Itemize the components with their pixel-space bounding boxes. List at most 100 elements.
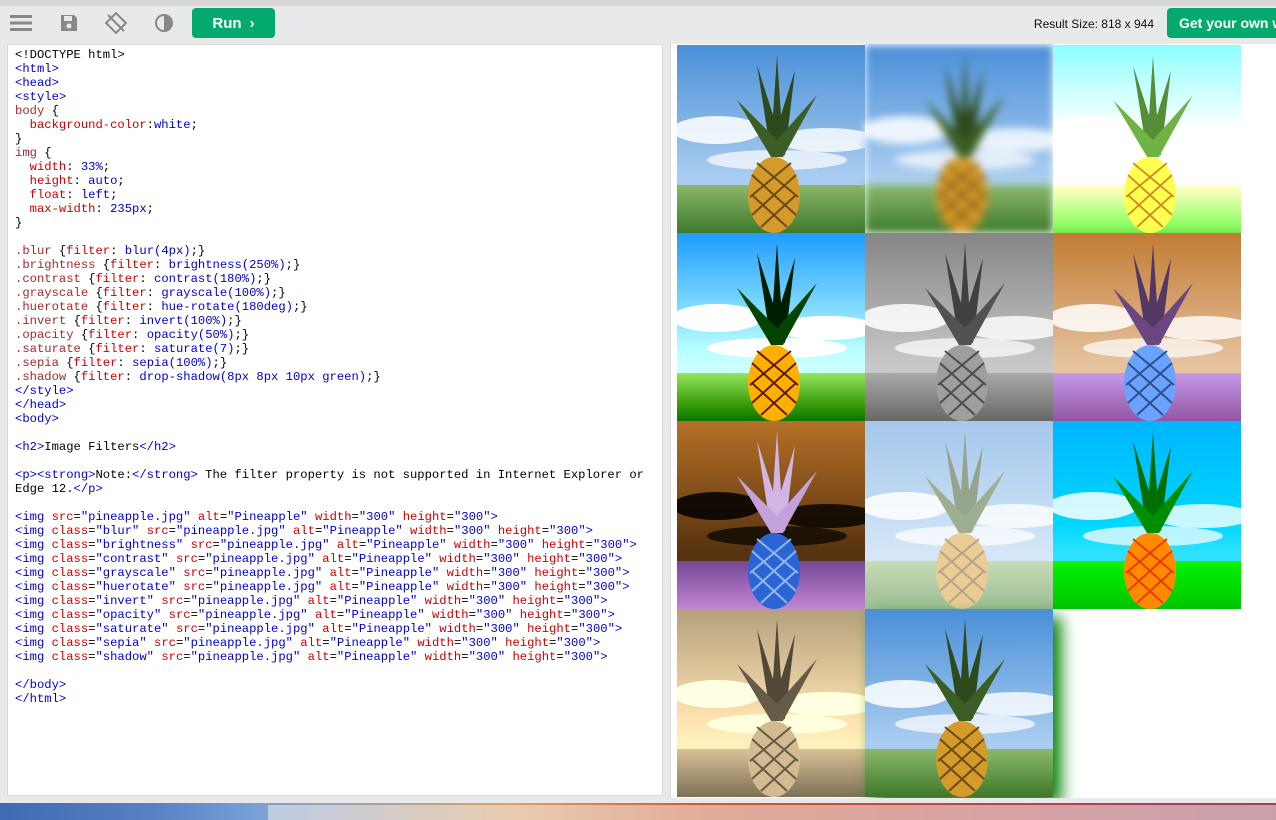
code-token: class: [51, 608, 89, 622]
code-token: =: [578, 566, 586, 580]
code-line: .saturate {filter: saturate(7);}: [15, 342, 644, 356]
code-token: alt: [307, 594, 330, 608]
code-token: .opacity: [15, 328, 81, 342]
code-editor[interactable]: <!DOCTYPE html> <html> <head> <style> body {…: [7, 44, 663, 796]
code-line: </html>: [15, 692, 644, 706]
code-token: <p><strong>: [15, 468, 96, 482]
code-token: "brightness": [95, 538, 191, 552]
code-token: width: [431, 608, 469, 622]
code-token: alt: [300, 636, 323, 650]
code-token: >: [622, 580, 630, 594]
code-line: body {: [15, 104, 644, 118]
code-token: "pineapple.jpg": [205, 622, 323, 636]
code-token: =: [183, 650, 191, 664]
code-token: saturate(7): [154, 342, 235, 356]
code-line: <img class="invert" src="pineapple.jpg" …: [15, 594, 644, 608]
code-token: Note:: [95, 468, 133, 482]
code-token: <img: [15, 580, 52, 594]
code-token: >: [592, 636, 601, 650]
code-token: src: [154, 636, 176, 650]
code-token: "blur": [95, 524, 147, 538]
code-token: "300": [585, 566, 623, 580]
contrast-theme-icon[interactable]: [148, 6, 180, 40]
code-token: width: [314, 510, 352, 524]
code-token: "300": [563, 594, 601, 608]
code-token: "huerotate": [95, 580, 184, 594]
code-token: =: [344, 552, 352, 566]
code-token: <img: [15, 538, 52, 552]
code-token: class: [51, 636, 89, 650]
code-token: filter: [102, 300, 147, 314]
code-token: "300": [453, 524, 498, 538]
code-token: grayscale(100%): [161, 286, 272, 300]
code-token: <img: [15, 650, 52, 664]
code-token: "Pineapple": [329, 636, 418, 650]
code-token: "300": [475, 608, 520, 622]
code-token: alt: [322, 622, 345, 636]
code-token: ;}: [190, 244, 206, 258]
code-line: </body>: [15, 678, 644, 692]
get-your-own-website-button[interactable]: Get your own website: [1167, 8, 1276, 38]
code-token: width: [410, 524, 447, 538]
code-token: ;}: [292, 300, 308, 314]
code-token: .invert: [15, 314, 74, 328]
code-token: filter: [95, 342, 140, 356]
code-token: :: [66, 188, 81, 202]
menu-icon[interactable]: [5, 6, 37, 40]
code-token: class: [51, 566, 89, 580]
code-token: sepia(100%): [132, 356, 213, 370]
code-token: =: [205, 566, 213, 580]
code-token: float: [15, 188, 67, 202]
code-line: <img class="brightness" src="pineapple.j…: [15, 538, 644, 552]
code-token: >: [622, 566, 630, 580]
code-line: .grayscale {filter: grayscale(100%);}: [15, 286, 644, 300]
code-token: "Pineapple": [351, 552, 440, 566]
code-token: class: [51, 650, 89, 664]
code-token: filter: [102, 286, 147, 300]
code-token: invert(100%): [139, 314, 228, 328]
code-token: >: [607, 608, 615, 622]
code-token: class: [51, 552, 89, 566]
code-token: <img: [15, 510, 52, 524]
code-token: hue-rotate(180deg): [161, 300, 293, 314]
code-token: alt: [293, 524, 315, 538]
save-icon[interactable]: [53, 6, 85, 40]
code-token: "Pineapple": [366, 538, 454, 552]
toolbar: Run › Result Size: 818 x 944 Get your ow…: [0, 6, 1276, 40]
code-token: >: [490, 510, 498, 524]
code-line: </head>: [15, 398, 644, 412]
code-token: "300": [578, 552, 615, 566]
code-token: "contrast": [95, 552, 176, 566]
code-token: src: [183, 566, 206, 580]
code-token: width: [439, 552, 476, 566]
code-token: blur(4px): [124, 244, 191, 258]
code-content[interactable]: <!DOCTYPE html> <html> <head> <style> body {…: [15, 48, 644, 706]
code-line: }: [15, 132, 644, 146]
code-token: =: [329, 650, 337, 664]
code-token: {: [73, 370, 81, 384]
code-token: left: [80, 188, 111, 202]
code-token: filter: [80, 314, 125, 328]
run-button[interactable]: Run ›: [192, 8, 275, 38]
code-token: height: [15, 174, 74, 188]
pineapple-image-blur: [865, 45, 1053, 233]
code-token: filter: [66, 244, 111, 258]
code-line: height: auto;: [15, 174, 644, 188]
code-token: =: [468, 608, 476, 622]
code-token: =: [205, 580, 213, 594]
code-token: "300": [592, 538, 630, 552]
code-token: =: [351, 580, 359, 594]
code-token: =: [168, 524, 176, 538]
code-token: height: [541, 538, 586, 552]
rotate-layout-icon[interactable]: [100, 6, 132, 40]
code-token: background-color: [15, 118, 147, 132]
code-line: .huerotate {filter: hue-rotate(180deg);}: [15, 300, 644, 314]
pane-splitter[interactable]: [663, 44, 670, 796]
code-token: ;}: [234, 328, 250, 342]
code-line: <img class="huerotate" src="pineapple.jp…: [15, 580, 644, 594]
code-token: width: [446, 580, 484, 594]
code-line: <img class="saturate" src="pineapple.jpg…: [15, 622, 644, 636]
code-line: .opacity {filter: opacity(50%);}: [15, 328, 644, 342]
code-token: "pineapple.jpg": [212, 566, 330, 580]
